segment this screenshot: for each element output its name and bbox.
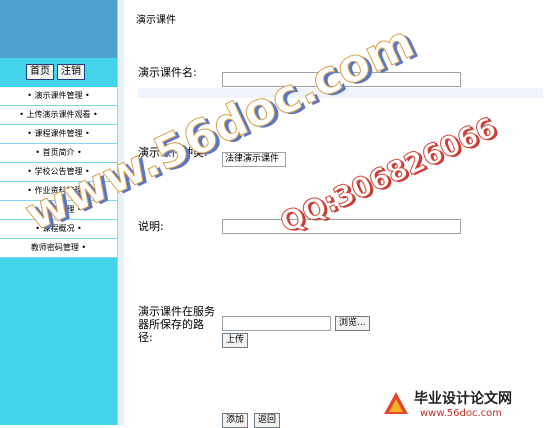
brand-name: 毕业设计论文网	[414, 391, 512, 407]
name-input[interactable]	[222, 72, 461, 87]
page-title: 演示课件	[136, 15, 176, 26]
sidebar-item-course-overview[interactable]: • 课程概况 •	[0, 220, 117, 239]
back-button[interactable]: 返回	[254, 413, 281, 428]
home-button[interactable]: 首页	[26, 64, 54, 80]
sidebar-item-messages[interactable]: • 留言管理 •	[0, 201, 117, 220]
sidebar-item-school-notice[interactable]: • 学校公告管理 •	[0, 163, 117, 182]
add-button[interactable]: 添加	[222, 413, 249, 428]
brand-url: www.56doc.com	[420, 408, 503, 419]
upload-button[interactable]: 上传	[222, 333, 249, 348]
type-select[interactable]: 法律演示课件	[222, 152, 286, 167]
name-label: 演示课件名:	[138, 66, 197, 79]
sidebar-item-demo-courseware[interactable]: • 演示课件管理 •	[0, 87, 117, 106]
sidebar-item-home-intro[interactable]: • 首页简介 •	[0, 144, 117, 163]
sidebar-item-course-courseware[interactable]: • 课程课件管理 •	[0, 125, 117, 144]
brand-logo-icon	[384, 392, 408, 414]
sidebar-top-buttons: 首页 注销	[26, 64, 85, 80]
sidebar-menu: • 演示课件管理 • • 上传演示课件观看 • • 课程课件管理 • • 首页简…	[0, 87, 117, 258]
path-input[interactable]	[222, 316, 331, 331]
browse-button[interactable]: 浏览...	[335, 316, 370, 331]
sidebar-item-upload-courseware[interactable]: • 上传演示课件观看 •	[0, 106, 117, 125]
path-label: 演示课件在服务器所保存的路径:	[138, 305, 215, 344]
frame-divider[interactable]	[117, 0, 124, 425]
sidebar-item-homework[interactable]: • 作业资料管理 •	[0, 182, 117, 201]
type-label: 演示课件种类:	[138, 146, 208, 159]
description-label: 说明:	[138, 220, 164, 233]
row-highlight-band	[138, 88, 543, 98]
main-panel: 演示课件 演示课件名: 演示课件种类: 法律演示课件 说明: 演示课件在服务器所…	[124, 0, 547, 428]
logout-button[interactable]: 注销	[57, 64, 85, 80]
description-input[interactable]	[222, 219, 461, 234]
brand-watermark: 毕业设计论文网 www.56doc.com	[378, 386, 546, 424]
sidebar-item-teacher-password[interactable]: 教师密码管理 •	[0, 239, 117, 258]
sidebar-header-band	[0, 0, 117, 58]
sidebar: 首页 注销 • 演示课件管理 • • 上传演示课件观看 • • 课程课件管理 •…	[0, 0, 117, 425]
